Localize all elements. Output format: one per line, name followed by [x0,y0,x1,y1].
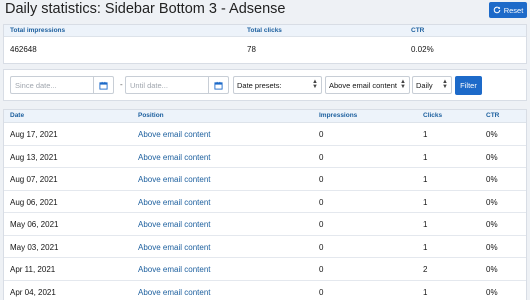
cell-ctr: 0% [486,220,498,229]
cell-date: Aug 06, 2021 [10,197,58,207]
since-date-placeholder: Since date... [15,81,57,90]
cell-ctr: 0% [486,152,498,162]
filter-button[interactable]: Filter [455,76,482,95]
cell-clicks: 1 [423,130,428,139]
cell-impressions: 0 [319,242,324,252]
cell-impressions: 0 [319,175,324,184]
until-date-placeholder: Until date... [130,81,168,90]
col-position[interactable]: Position [138,112,164,119]
table-body: Aug 17, 2021 Above email content 0 1 0% Aug 1… [4,123,526,300]
table-row: May 06, 2021 Above email content 0 1 0% [4,213,526,236]
cell-impressions: 0 [319,130,324,139]
select-arrows-icon: ▲ ▼ [312,79,318,90]
grouping-value: Daily [416,81,433,90]
select-arrows-icon: ▲ ▼ [400,79,406,90]
cell-clicks: 1 [423,175,428,184]
col-date[interactable]: Date [10,112,24,119]
date-range-separator: - [120,80,123,89]
calendar-icon[interactable] [208,77,228,93]
cell-clicks: 1 [423,220,428,229]
cell-ctr: 0% [486,130,498,139]
total-clicks-label: Total clicks [247,27,282,34]
reset-label: Reset [503,5,524,15]
position-select[interactable]: Above email content ▲ ▼ [325,76,410,94]
cell-date: Apr 04, 2021 [10,287,56,297]
table-row: May 03, 2021 Above email content 0 1 0% [4,236,526,258]
filter-bar: Since date... - Until date... Date prese… [3,69,527,101]
date-presets-value: Date presets: [237,81,282,90]
table-row: Aug 07, 2021 Above email content 0 1 0% [4,168,526,191]
cell-ctr: 0% [486,197,498,207]
cell-clicks: 2 [423,265,428,274]
cell-position[interactable]: Above email content [138,288,211,297]
ctr-value: 0.02% [411,45,434,54]
table-row: Aug 13, 2021 Above email content 0 1 0% [4,146,526,168]
select-arrows-icon: ▲ ▼ [442,79,448,90]
cell-clicks: 1 [423,197,428,207]
cell-impressions: 0 [319,287,324,297]
cell-position[interactable]: Above email content [138,243,211,252]
since-date-field[interactable]: Since date... [10,76,114,94]
cell-ctr: 0% [486,175,498,184]
summary-stats: Total impressions Total clicks CTR 46264… [3,24,527,64]
cell-clicks: 1 [423,152,428,162]
cell-impressions: 0 [319,220,324,229]
summary-header: Total impressions Total clicks CTR [4,25,526,37]
until-date-field[interactable]: Until date... [125,76,229,94]
cell-position[interactable]: Above email content [138,265,211,274]
cell-ctr: 0% [486,287,498,297]
cell-clicks: 1 [423,287,428,297]
table-row: Aug 17, 2021 Above email content 0 1 0% [4,123,526,146]
position-value: Above email content [329,81,397,90]
total-impressions-label: Total impressions [10,27,66,34]
col-impressions[interactable]: Impressions [319,112,357,119]
cell-position[interactable]: Above email content [138,130,211,139]
cell-date: May 06, 2021 [10,220,59,229]
cell-position[interactable]: Above email content [138,198,211,207]
cell-position[interactable]: Above email content [138,175,211,184]
table-row: Apr 04, 2021 Above email content 0 1 0% [4,281,526,300]
table-row: Apr 11, 2021 Above email content 0 2 0% [4,258,526,281]
stats-table: Date Position Impressions Clicks CTR Aug… [3,109,527,300]
table-row: Aug 06, 2021 Above email content 0 1 0% [4,191,526,213]
ctr-label: CTR [411,27,425,34]
cell-ctr: 0% [486,242,498,252]
table-header: Date Position Impressions Clicks CTR [4,110,526,123]
cell-impressions: 0 [319,152,324,162]
cell-date: Aug 17, 2021 [10,130,58,139]
total-impressions-value: 462648 [10,45,37,54]
cell-clicks: 1 [423,242,428,252]
col-clicks[interactable]: Clicks [423,112,442,119]
grouping-select[interactable]: Daily ▲ ▼ [412,76,452,94]
cell-date: Apr 11, 2021 [10,265,56,274]
cell-impressions: 0 [319,197,324,207]
total-clicks-value: 78 [247,45,256,54]
calendar-icon[interactable] [93,77,113,93]
reset-button[interactable]: Reset [489,2,527,18]
page-title: Daily statistics: Sidebar Bottom 3 - Ads… [5,1,286,17]
cell-date: Aug 07, 2021 [10,175,58,184]
cell-ctr: 0% [486,265,498,274]
cell-date: May 03, 2021 [10,242,59,252]
cell-impressions: 0 [319,265,324,274]
refresh-icon [493,6,501,14]
cell-position[interactable]: Above email content [138,153,211,162]
col-ctr[interactable]: CTR [486,112,499,119]
cell-position[interactable]: Above email content [138,220,211,229]
date-presets-select[interactable]: Date presets: ▲ ▼ [233,76,322,94]
cell-date: Aug 13, 2021 [10,152,58,162]
